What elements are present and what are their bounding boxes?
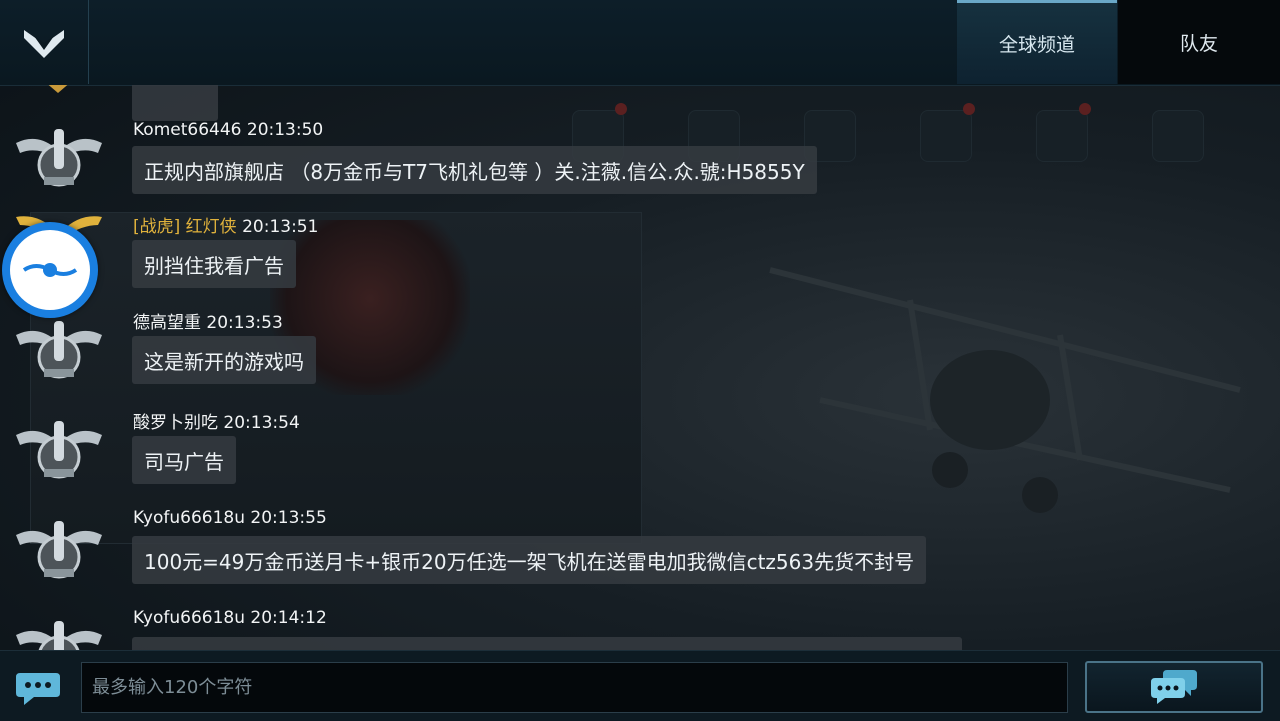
rank-badge-icon — [16, 321, 102, 379]
message-bubble: 别挡住我看广告 — [132, 240, 296, 288]
rank-badge-icon — [16, 421, 102, 479]
message-meta: [战虎] 红灯侠 20:13:51 — [133, 212, 318, 237]
sender-name[interactable]: [战虎] 红灯侠 — [133, 217, 237, 237]
winged-badge-icon — [48, 85, 68, 93]
sender-name[interactable]: Kyofu66618u — [133, 608, 245, 628]
chat-input-bar — [0, 650, 1280, 721]
sender-name[interactable]: 德高望重 — [133, 313, 201, 333]
message-meta: Komet66446 20:13:50 — [133, 120, 323, 140]
sender-name[interactable]: Kyofu66618u — [133, 508, 245, 528]
floating-assistant-icon — [10, 230, 90, 310]
message-meta: Kyofu66618u 20:13:55 — [133, 508, 327, 528]
message-bubble: 正规内部旗舰店 （8万金币与T7飞机礼包等 ）关.注薇.信公.众.號:H5855… — [132, 146, 817, 194]
message-bubble: 这是新开的游戏吗 — [132, 336, 316, 384]
rank-badge-icon — [16, 129, 102, 187]
send-chat-icon — [1151, 670, 1197, 704]
message-time: 20:14:12 — [250, 608, 327, 628]
send-button[interactable] — [1085, 661, 1263, 713]
message-time: 20:13:54 — [223, 413, 300, 433]
rank-badge-icon — [16, 521, 102, 579]
message-time: 20:13:55 — [250, 508, 327, 528]
top-header: 全球频道 队友 — [0, 0, 1280, 86]
sender-name[interactable]: 酸罗卜别吃 — [133, 413, 218, 433]
message-time: 20:13:53 — [206, 313, 283, 333]
tab-label: 全球频道 — [998, 34, 1075, 56]
wave-icon — [22, 263, 78, 277]
chat-bubble-icon — [16, 673, 60, 705]
chevron-down-logo-icon — [24, 30, 64, 58]
tab-teammates[interactable]: 队友 — [1118, 0, 1280, 84]
message-bubble — [132, 637, 962, 650]
floating-assistant-button[interactable] — [2, 222, 98, 318]
message-time: 20:13:50 — [246, 120, 324, 140]
message-bubble: 司马广告 — [132, 436, 236, 484]
chat-message-list[interactable]: Komet66446 20:13:50 正规内部旗舰店 （8万金币与T7飞机礼包… — [0, 85, 1280, 650]
message-meta: 德高望重 20:13:53 — [133, 308, 283, 333]
tab-global-channel[interactable]: 全球频道 — [957, 0, 1117, 84]
collapse-chat-button[interactable] — [0, 0, 89, 84]
sender-name[interactable]: Komet66446 — [133, 120, 241, 140]
message-bubble — [132, 85, 218, 121]
message-meta: Kyofu66618u 20:14:12 — [133, 608, 327, 628]
message-time: 20:13:51 — [242, 217, 319, 237]
rank-badge-icon — [16, 621, 102, 650]
message-bubble: 100元=49万金币送月卡+银币20万任选一架飞机在送雷电加我微信ctz563先… — [132, 536, 927, 584]
message-meta: 酸罗卜别吃 20:13:54 — [133, 408, 300, 433]
tab-label: 队友 — [1179, 32, 1218, 55]
chat-message-input[interactable] — [81, 662, 1068, 713]
emoji-chat-button[interactable] — [16, 671, 62, 707]
